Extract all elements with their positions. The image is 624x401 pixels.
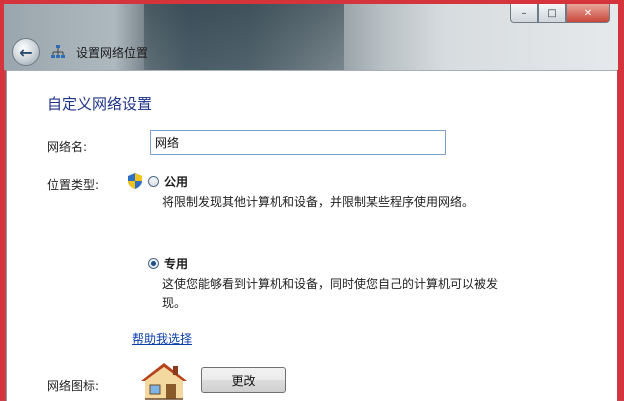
breadcrumb: 设置网络位置 [76,45,149,60]
network-icon [51,45,65,58]
uac-shield-icon [128,173,142,189]
network-name-label: 网络名: [47,140,88,154]
minimize-button[interactable]: – [510,4,538,23]
navigation-bar: ← 设置网络位置 [12,38,148,66]
public-option-description: 将限制发现其他计算机和设备，并限制某些程序使用网络。 [162,195,475,209]
maximize-button[interactable]: □ [538,4,566,23]
network-name-input[interactable] [150,130,446,155]
public-radio[interactable] [148,176,159,187]
content-pane: 自定义网络设置 网络名: 位置类型: 公用 将限制发现其他计算机和设备，并限制某… [6,70,617,401]
private-option-description: 这使您能够看到计算机和设备，同时使您自己的计算机可以被发现。 [162,277,499,310]
private-option-label[interactable]: 专用 [164,255,188,272]
private-radio[interactable] [148,258,159,269]
close-button[interactable]: ✕ [566,4,610,23]
window-controls: – □ ✕ [510,4,610,23]
public-option-label[interactable]: 公用 [164,173,188,190]
window-titlebar: – □ ✕ ← 设置网络位置 [4,4,618,70]
desktop-frame-right [618,0,624,400]
titlebar-glass-overlay [144,4,344,70]
network-icon-label: 网络图标: [47,379,100,393]
help-me-choose-link[interactable]: 帮助我选择 [132,330,192,347]
back-arrow-icon[interactable]: ← [12,38,40,66]
page-title: 自定义网络设置 [47,95,153,113]
change-icon-button[interactable]: 更改 [201,367,286,393]
location-type-label: 位置类型: [47,178,100,192]
house-icon [141,363,187,400]
